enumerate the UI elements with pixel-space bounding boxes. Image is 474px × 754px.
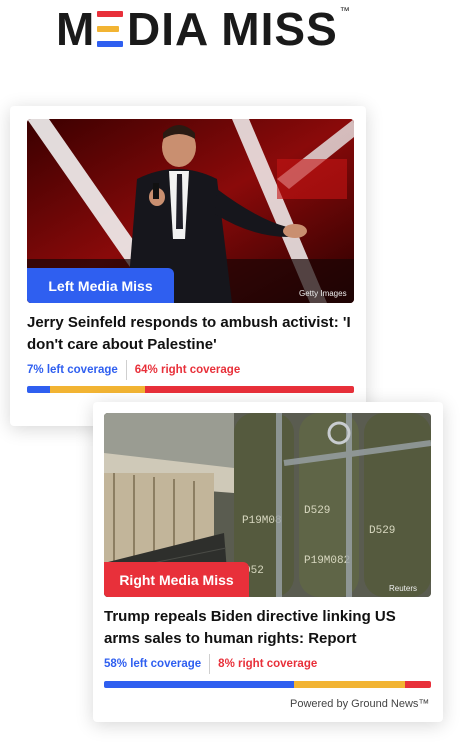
svg-text:P19M08: P19M08: [242, 515, 282, 527]
logo-trademark: ™: [339, 6, 351, 17]
logo-text-rest: DIA MISS: [127, 3, 338, 55]
left-coverage-label: 7% left coverage: [27, 364, 118, 376]
bias-distribution-bar: [27, 386, 354, 393]
story-card-right-miss[interactable]: P19M08 D529 P19M082 D529 D52 Right Media…: [93, 402, 443, 722]
story-card-left-miss[interactable]: Left Media Miss Getty Images Jerry Seinf…: [10, 106, 366, 426]
bar-left-segment: [104, 681, 294, 688]
coverage-divider: [125, 360, 127, 380]
photo-credit: Getty Images: [299, 289, 347, 298]
photo-credit: Reuters: [389, 584, 418, 593]
right-coverage-label: 64% right coverage: [134, 364, 241, 376]
coverage-summary: 58% left coverage 8% right coverage: [104, 654, 317, 674]
media-miss-logo: MEDIA MISS™: [56, 2, 351, 56]
story-headline[interactable]: Trump repeals Biden directive linking US…: [104, 606, 434, 650]
logo-letter-e: E: [95, 2, 127, 56]
svg-text:P19M082: P19M082: [304, 555, 350, 567]
story-headline[interactable]: Jerry Seinfeld responds to ambush activi…: [27, 312, 357, 356]
left-coverage-label: 58% left coverage: [104, 658, 202, 670]
left-media-miss-badge: Left Media Miss: [27, 268, 174, 303]
coverage-summary: 7% left coverage 64% right coverage: [27, 360, 240, 380]
bias-distribution-bar: [104, 681, 431, 688]
svg-text:D529: D529: [304, 505, 330, 517]
bar-right-segment: [144, 386, 354, 393]
logo-e-color-bars: [97, 11, 127, 47]
bar-left-segment: [27, 386, 50, 393]
powered-by-ground-news[interactable]: Powered by Ground News™: [290, 698, 429, 710]
logo-letter-m: M: [56, 3, 96, 55]
right-coverage-label: 8% right coverage: [218, 658, 318, 670]
svg-text:D529: D529: [369, 525, 395, 537]
coverage-divider: [209, 654, 211, 674]
bar-center-segment: [293, 681, 405, 688]
bar-right-segment: [404, 681, 431, 688]
bar-center-segment: [49, 386, 145, 393]
right-media-miss-badge: Right Media Miss: [104, 562, 249, 597]
